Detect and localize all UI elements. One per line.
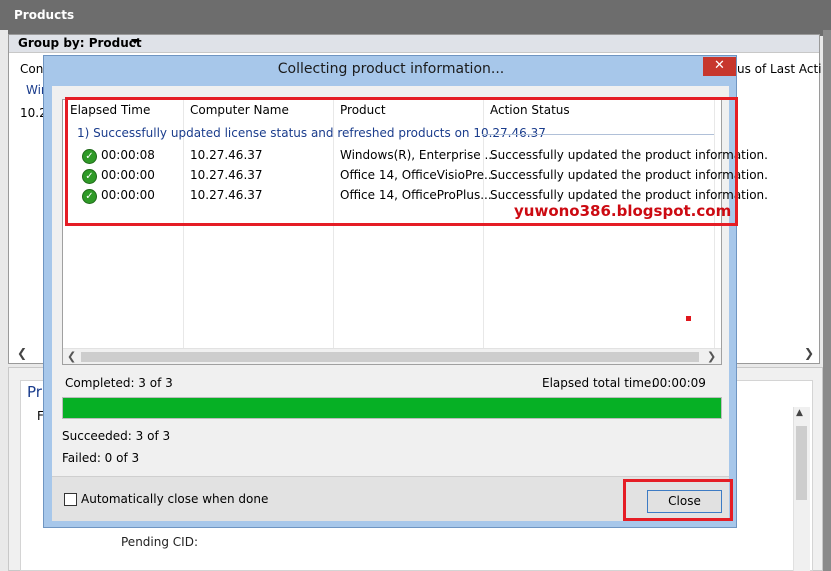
progress-bar	[62, 397, 722, 419]
group-by-label[interactable]: Group by: Product	[18, 36, 142, 50]
elapsed-total-label: Elapsed total time:	[542, 376, 656, 390]
close-icon[interactable]: ✕	[703, 57, 736, 76]
scroll-thumb[interactable]	[81, 352, 699, 362]
failed-label: Failed: 0 of 3	[62, 451, 140, 465]
annotation-dot	[686, 316, 691, 321]
dialog-title: Collecting product information...	[277, 61, 505, 77]
scroll-up-icon[interactable]: ▲	[796, 408, 803, 418]
scroll-left-icon[interactable]: ❮	[17, 346, 27, 360]
scroll-right-icon[interactable]: ❯	[707, 349, 716, 365]
completed-label: Completed: 3 of 3	[65, 376, 173, 390]
horizontal-scrollbar[interactable]: ❮ ❯	[63, 348, 721, 364]
succeeded-label: Succeeded: 3 of 3	[62, 429, 171, 443]
chevron-down-icon[interactable]	[131, 39, 139, 44]
pending-cid-label: Pending CID:	[121, 535, 198, 549]
column-header-fragment[interactable]: Con	[20, 62, 43, 76]
products-title: Products	[14, 8, 75, 22]
scroll-right-icon[interactable]: ❯	[804, 346, 814, 360]
elapsed-total-value: 00:00:09	[652, 376, 706, 390]
highlight-box-results	[65, 97, 738, 226]
right-edge-panel	[823, 30, 831, 571]
properties-scroll-thumb[interactable]	[796, 426, 807, 500]
highlight-box-close	[623, 479, 733, 521]
properties-heading-fragment: Pr	[27, 383, 42, 401]
products-header	[0, 0, 831, 30]
progress-fill	[63, 398, 721, 418]
scroll-left-icon[interactable]: ❮	[67, 349, 76, 365]
auto-close-checkbox[interactable]	[64, 493, 77, 506]
auto-close-label[interactable]: Automatically close when done	[81, 492, 268, 506]
column-header-fragment-right[interactable]: us of Last Acti	[737, 62, 822, 76]
